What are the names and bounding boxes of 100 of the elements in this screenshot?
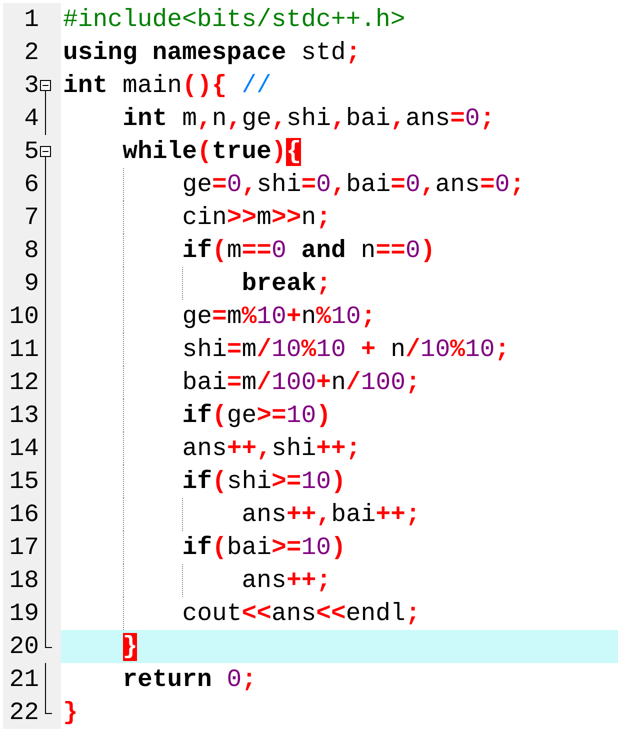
keyword: int bbox=[122, 104, 168, 132]
number-literal: 10 bbox=[256, 302, 286, 330]
line-number: 9 bbox=[23, 270, 39, 298]
matched-bracket: } bbox=[122, 632, 138, 660]
operator: % bbox=[450, 336, 466, 364]
operator: ( bbox=[212, 402, 227, 430]
identifier: m bbox=[181, 104, 198, 132]
number-literal: 100 bbox=[360, 368, 406, 396]
keyword: if bbox=[182, 534, 212, 562]
identifier: bai bbox=[346, 104, 391, 132]
identifier: ans bbox=[182, 434, 227, 462]
number-literal: 0 bbox=[406, 170, 420, 198]
keyword: return bbox=[122, 666, 212, 694]
operator: = bbox=[390, 170, 406, 198]
line-number: 18 bbox=[8, 566, 39, 594]
identifier: m bbox=[226, 302, 242, 330]
operator: >> bbox=[272, 204, 302, 232]
number-literal: 10 bbox=[420, 336, 450, 364]
number-literal: 0 bbox=[272, 236, 286, 264]
operator: ( bbox=[212, 468, 227, 496]
number-literal: 10 bbox=[301, 534, 332, 562]
line-number: 21 bbox=[8, 666, 39, 694]
number-literal: 10 bbox=[286, 402, 316, 430]
number-literal: 0 bbox=[494, 170, 510, 198]
operator: ( bbox=[197, 138, 212, 166]
identifier: shi bbox=[286, 104, 331, 132]
operator: ; bbox=[510, 170, 525, 198]
line-number: 1 bbox=[23, 6, 39, 34]
operator: , bbox=[226, 104, 242, 132]
identifier: cin bbox=[182, 204, 227, 232]
line-number: 17 bbox=[8, 534, 39, 562]
comment: // bbox=[240, 72, 272, 100]
operator: + bbox=[316, 368, 332, 396]
operator: ; bbox=[480, 104, 495, 132]
keyword: and bbox=[300, 236, 346, 264]
fold-toggle-icon[interactable] bbox=[40, 80, 51, 102]
line-number: 15 bbox=[8, 468, 39, 496]
operator: ++; bbox=[376, 500, 420, 528]
number-literal: 0 bbox=[316, 170, 332, 198]
line-number: 5 bbox=[23, 138, 39, 166]
line-number: 10 bbox=[8, 302, 39, 330]
operator: >= bbox=[272, 534, 302, 562]
operator: = bbox=[226, 336, 242, 364]
operator: , bbox=[331, 170, 346, 198]
operator: , bbox=[197, 104, 212, 132]
identifier: bai bbox=[346, 170, 391, 198]
operator: ; bbox=[242, 666, 257, 694]
identifier: n bbox=[390, 336, 406, 364]
operator: ) bbox=[420, 236, 436, 264]
keyword: if bbox=[182, 468, 212, 496]
operator: == bbox=[376, 236, 406, 264]
operator: << bbox=[242, 600, 272, 628]
keyword: int bbox=[63, 72, 108, 100]
line-number: 8 bbox=[23, 236, 39, 264]
identifier: shi bbox=[272, 434, 316, 462]
operator: / bbox=[256, 336, 272, 364]
operator: , bbox=[390, 104, 406, 132]
operator: ) bbox=[271, 138, 286, 166]
keyword: true bbox=[212, 138, 272, 166]
keyword: break bbox=[242, 270, 316, 298]
operator: ; bbox=[346, 38, 361, 66]
operator: >= bbox=[256, 402, 286, 430]
operator: ( bbox=[212, 236, 227, 264]
keyword: if bbox=[182, 402, 212, 430]
operator: / bbox=[405, 336, 420, 364]
line-number: 13 bbox=[8, 402, 39, 430]
identifier: std bbox=[300, 38, 346, 66]
identifier: m bbox=[242, 368, 257, 396]
number-literal: 10 bbox=[331, 302, 361, 330]
identifier: shi bbox=[226, 468, 272, 496]
operator: ++; bbox=[286, 566, 332, 594]
number-literal: 10 bbox=[465, 336, 495, 364]
operator: , bbox=[271, 104, 286, 132]
identifier: cout bbox=[182, 600, 242, 628]
identifier: shi bbox=[256, 170, 302, 198]
identifier: ans bbox=[435, 170, 480, 198]
identifier: m bbox=[256, 204, 272, 232]
number-literal: 10 bbox=[316, 336, 346, 364]
identifier: ge bbox=[226, 402, 257, 430]
identifier: n bbox=[301, 204, 316, 232]
identifier: bai bbox=[226, 534, 272, 562]
identifier: ge bbox=[242, 104, 272, 132]
operator: >> bbox=[226, 204, 257, 232]
operator: = bbox=[450, 104, 465, 132]
fold-toggle-icon[interactable] bbox=[40, 146, 51, 168]
operator: ; bbox=[316, 270, 332, 298]
operator: = bbox=[212, 170, 227, 198]
identifier: n bbox=[212, 104, 227, 132]
number-literal: 0 bbox=[464, 104, 480, 132]
operator: (){ bbox=[182, 72, 227, 100]
number-literal: 100 bbox=[272, 368, 316, 396]
operator: ) bbox=[316, 402, 332, 430]
line-number: 6 bbox=[23, 170, 39, 198]
line-number: 2 bbox=[23, 38, 39, 66]
number-literal: 10 bbox=[301, 468, 332, 496]
line-number: 4 bbox=[23, 104, 39, 132]
identifier: ans bbox=[271, 600, 316, 628]
line-number: 14 bbox=[8, 434, 39, 462]
identifier: ans bbox=[242, 566, 286, 594]
identifier: bai bbox=[182, 368, 227, 396]
